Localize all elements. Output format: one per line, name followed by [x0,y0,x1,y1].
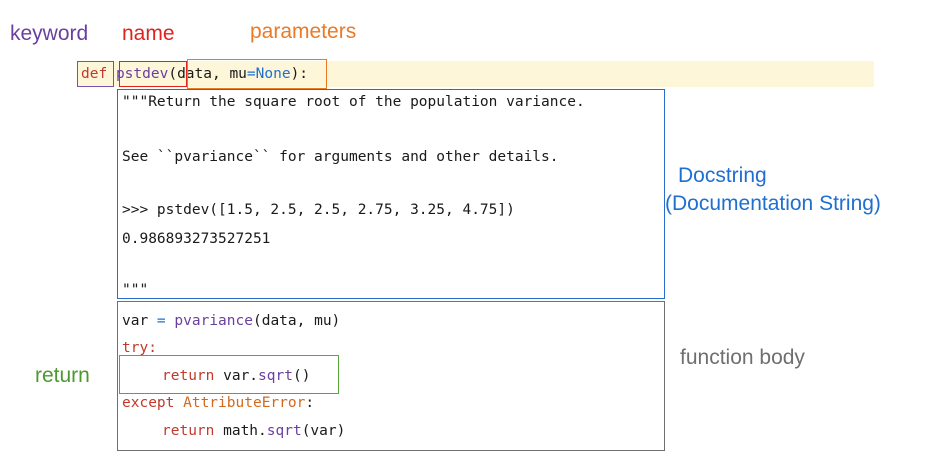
var-token: var [122,313,149,329]
except-colon: : [305,395,315,411]
body-line-return-2: return math.sqrt(var) [162,421,345,441]
docstring-line-5: """ [122,282,149,298]
docstring-line-3: >>> pstdev([1.5, 2.5, 2.5, 2.75, 3.25, 4… [122,202,515,218]
attribute-error: AttributeError [174,395,306,411]
assign-token: = [148,313,175,329]
name-box [119,61,187,87]
body-line-1: var = pvariance(data, mu) [122,311,340,331]
keyword-label: keyword [10,22,89,45]
pvariance-args: (data, mu) [252,313,341,329]
docstring-line-4: 0.986893273527251 [122,231,271,247]
return-keyword-2: return [162,423,215,439]
return-label: return [35,364,90,387]
docstring-line-2: See ``pvariance`` for arguments and othe… [122,149,559,165]
docstring-line-1: """Return the square root of the populat… [122,94,585,110]
docstring-label: Docstring [678,164,767,187]
docstring-box [117,89,665,299]
parameters-label: parameters [250,20,357,43]
keyword-box [77,61,114,87]
parameters-box [187,59,327,89]
except-keyword: except [122,395,175,411]
return-box [119,355,339,394]
sqrt-call-2: sqrt [266,423,302,439]
pvariance-call: pvariance [174,313,253,329]
function-body-label: function body [680,346,805,369]
docstring-label-sub: (Documentation String) [665,192,881,215]
name-label: name [122,22,175,45]
body-line-except: except AttributeError: [122,393,314,413]
sqrt-args-2: (var) [301,423,346,439]
math-module: math. [214,423,267,439]
